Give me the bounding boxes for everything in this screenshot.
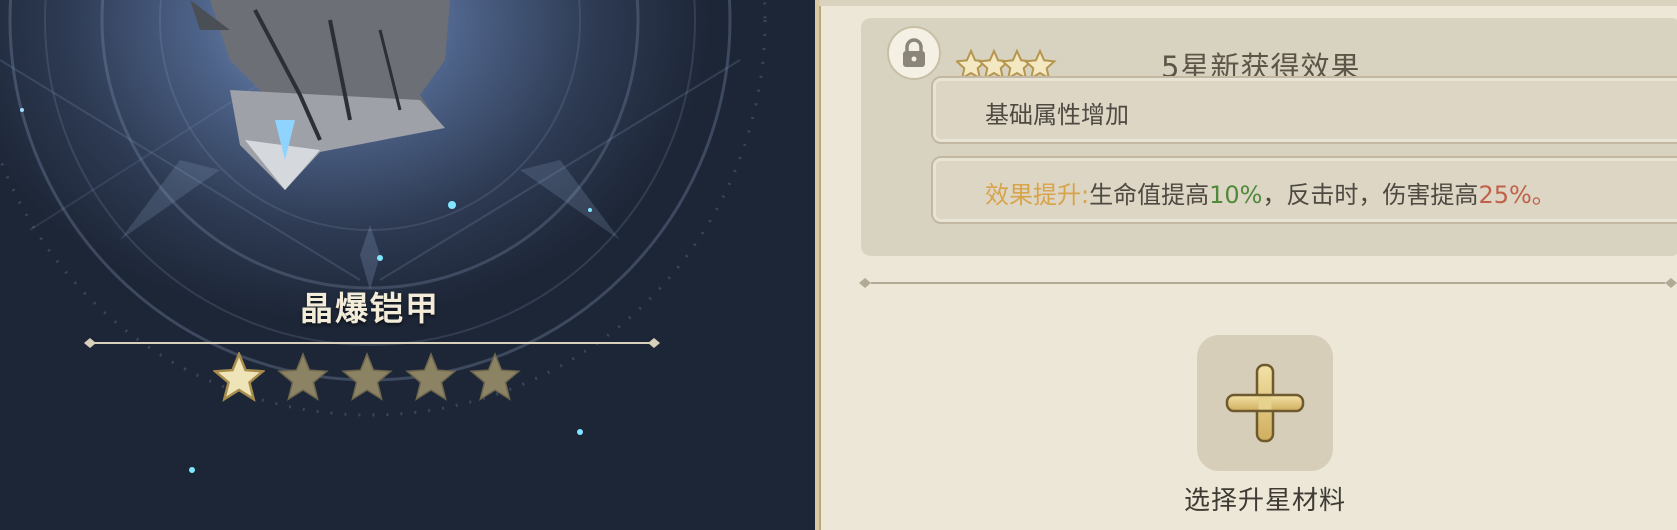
- upgrade-panel: 5星新获得效果 基础属性增加 效果提升:生命值提高10%，反击时，伤害提高25%…: [815, 0, 1677, 530]
- new-effect-card: 5星新获得效果 基础属性增加 效果提升:生命值提高10%，反击时，伤害提高25%…: [861, 18, 1677, 256]
- effect-text-suffix: 。: [1531, 181, 1556, 209]
- effect-row-upgrade: 效果提升:生命值提高10%，反击时，伤害提高25%。: [931, 156, 1677, 224]
- star-filled-icon: [213, 352, 265, 402]
- hp-increase-value: 10%: [1209, 181, 1263, 209]
- section-divider: [859, 278, 1677, 288]
- item-name: 晶爆铠甲: [300, 289, 440, 328]
- panel-top-edge: [819, 0, 1677, 6]
- item-display-panel: 晶爆铠甲: [0, 0, 815, 530]
- star-icon: [954, 48, 988, 81]
- armor-image: [190, 0, 450, 190]
- star-icon: [977, 48, 1011, 81]
- effect-prefix: 效果提升:: [985, 181, 1090, 209]
- rarity-stars: [213, 352, 521, 404]
- magic-circle-decoration: [0, 0, 767, 473]
- lock-icon: [887, 26, 941, 80]
- star-empty-icon: [469, 352, 521, 401]
- star-empty-icon: [405, 352, 457, 401]
- select-material-button[interactable]: [1197, 335, 1333, 471]
- star-empty-icon: [341, 352, 393, 401]
- effect-text-part2: ，反击时，伤害提高: [1262, 181, 1479, 209]
- damage-increase-value: 25%: [1478, 181, 1532, 209]
- star-icon: [1023, 48, 1057, 81]
- effect-row-base-stats: 基础属性增加: [931, 76, 1677, 144]
- effect-row-text: 效果提升:生命值提高10%，反击时，伤害提高25%。: [985, 175, 1556, 210]
- star-icon: [1000, 48, 1034, 81]
- star-empty-icon: [277, 352, 329, 401]
- effect-row-text: 基础属性增加: [985, 101, 1129, 129]
- name-divider: [84, 338, 660, 348]
- effect-text-part1: 生命值提高: [1089, 181, 1210, 209]
- plus-icon: [1225, 363, 1305, 443]
- select-material-label: 选择升星材料: [1183, 486, 1346, 516]
